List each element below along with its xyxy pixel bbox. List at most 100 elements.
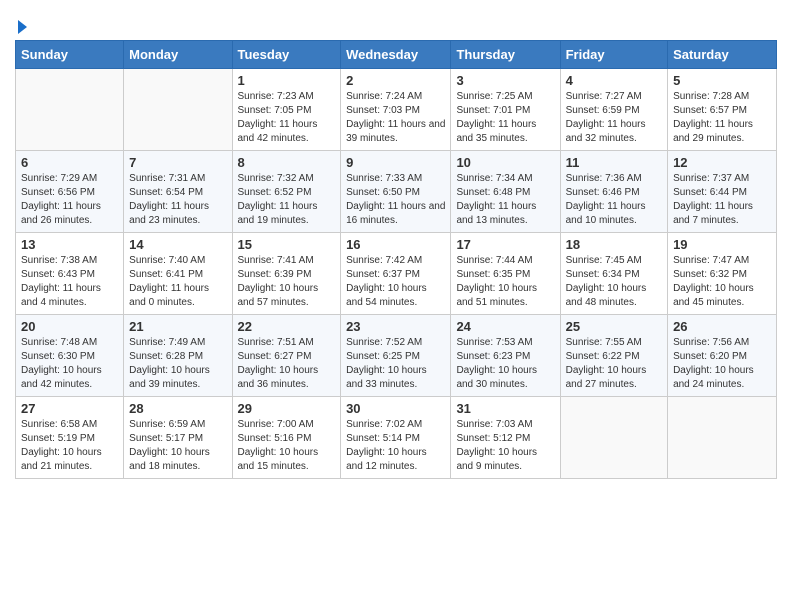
calendar-cell: 19 Sunrise: 7:47 AM Sunset: 6:32 PM Dayli…: [668, 233, 777, 315]
day-number: 10: [456, 155, 554, 170]
day-info: Sunrise: 7:40 AM Sunset: 6:41 PM Dayligh…: [129, 254, 226, 310]
day-info: Sunrise: 7:27 AM Sunset: 6:59 PM Dayligh…: [566, 90, 662, 146]
day-info: Sunrise: 6:59 AM Sunset: 5:17 PM Dayligh…: [129, 418, 226, 474]
calendar-cell: 12 Sunrise: 7:37 AM Sunset: 6:44 PM Dayli…: [668, 151, 777, 233]
day-number: 7: [129, 155, 226, 170]
day-number: 3: [456, 73, 554, 88]
day-info: Sunrise: 7:51 AM Sunset: 6:27 PM Dayligh…: [238, 336, 336, 392]
week-row-4: 20 Sunrise: 7:48 AM Sunset: 6:30 PM Dayli…: [16, 315, 777, 397]
week-row-1: 1 Sunrise: 7:23 AM Sunset: 7:05 PM Daylig…: [16, 69, 777, 151]
day-info: Sunrise: 7:47 AM Sunset: 6:32 PM Dayligh…: [673, 254, 771, 310]
calendar-cell: [124, 69, 232, 151]
day-info: Sunrise: 7:02 AM Sunset: 5:14 PM Dayligh…: [346, 418, 445, 474]
calendar-cell: 4 Sunrise: 7:27 AM Sunset: 6:59 PM Daylig…: [560, 69, 667, 151]
day-info: Sunrise: 7:56 AM Sunset: 6:20 PM Dayligh…: [673, 336, 771, 392]
day-number: 19: [673, 237, 771, 252]
calendar-cell: [16, 69, 124, 151]
day-info: Sunrise: 7:23 AM Sunset: 7:05 PM Dayligh…: [238, 90, 336, 146]
day-info: Sunrise: 7:44 AM Sunset: 6:35 PM Dayligh…: [456, 254, 554, 310]
day-info: Sunrise: 6:58 AM Sunset: 5:19 PM Dayligh…: [21, 418, 118, 474]
calendar-cell: 14 Sunrise: 7:40 AM Sunset: 6:41 PM Dayli…: [124, 233, 232, 315]
weekday-header-tuesday: Tuesday: [232, 41, 341, 69]
day-number: 13: [21, 237, 118, 252]
calendar-cell: 27 Sunrise: 6:58 AM Sunset: 5:19 PM Dayli…: [16, 397, 124, 479]
calendar-cell: 31 Sunrise: 7:03 AM Sunset: 5:12 PM Dayli…: [451, 397, 560, 479]
day-number: 18: [566, 237, 662, 252]
day-number: 14: [129, 237, 226, 252]
day-info: Sunrise: 7:48 AM Sunset: 6:30 PM Dayligh…: [21, 336, 118, 392]
day-number: 17: [456, 237, 554, 252]
day-number: 6: [21, 155, 118, 170]
calendar-cell: 13Sunrise: 7:38 AM Sunset: 6:43 PM Dayli…: [16, 233, 124, 315]
day-number: 27: [21, 401, 118, 416]
day-number: 12: [673, 155, 771, 170]
day-number: 9: [346, 155, 445, 170]
calendar-cell: 21 Sunrise: 7:49 AM Sunset: 6:28 PM Dayli…: [124, 315, 232, 397]
day-number: 30: [346, 401, 445, 416]
day-info: Sunrise: 7:24 AM Sunset: 7:03 PM Dayligh…: [346, 90, 445, 146]
weekday-header-thursday: Thursday: [451, 41, 560, 69]
day-number: 4: [566, 73, 662, 88]
day-info: Sunrise: 7:45 AM Sunset: 6:34 PM Dayligh…: [566, 254, 662, 310]
calendar-cell: 10 Sunrise: 7:34 AM Sunset: 6:48 PM Dayli…: [451, 151, 560, 233]
day-number: 5: [673, 73, 771, 88]
day-info: Sunrise: 7:36 AM Sunset: 6:46 PM Dayligh…: [566, 172, 662, 228]
day-number: 25: [566, 319, 662, 334]
day-info: Sunrise: 7:55 AM Sunset: 6:22 PM Dayligh…: [566, 336, 662, 392]
calendar-cell: 20 Sunrise: 7:48 AM Sunset: 6:30 PM Dayli…: [16, 315, 124, 397]
calendar-cell: 23 Sunrise: 7:52 AM Sunset: 6:25 PM Dayli…: [341, 315, 451, 397]
calendar-cell: 6 Sunrise: 7:29 AM Sunset: 6:56 PM Daylig…: [16, 151, 124, 233]
weekday-header-monday: Monday: [124, 41, 232, 69]
calendar-cell: 24Sunrise: 7:53 AM Sunset: 6:23 PM Dayli…: [451, 315, 560, 397]
day-number: 16: [346, 237, 445, 252]
calendar-cell: 11 Sunrise: 7:36 AM Sunset: 6:46 PM Dayli…: [560, 151, 667, 233]
day-info: Sunrise: 7:29 AM Sunset: 6:56 PM Dayligh…: [21, 172, 118, 228]
calendar-cell: 2 Sunrise: 7:24 AM Sunset: 7:03 PM Daylig…: [341, 69, 451, 151]
day-number: 24: [456, 319, 554, 334]
day-info: Sunrise: 7:03 AM Sunset: 5:12 PM Dayligh…: [456, 418, 554, 474]
day-info: Sunrise: 7:25 AM Sunset: 7:01 PM Dayligh…: [456, 90, 554, 146]
day-info: Sunrise: 7:28 AM Sunset: 6:57 PM Dayligh…: [673, 90, 771, 146]
day-number: 2: [346, 73, 445, 88]
weekday-header-friday: Friday: [560, 41, 667, 69]
calendar-cell: [668, 397, 777, 479]
day-info: Sunrise: 7:42 AM Sunset: 6:37 PM Dayligh…: [346, 254, 445, 310]
day-info: Sunrise: 7:31 AM Sunset: 6:54 PM Dayligh…: [129, 172, 226, 228]
day-info: Sunrise: 7:49 AM Sunset: 6:28 PM Dayligh…: [129, 336, 226, 392]
header: [15, 10, 777, 34]
calendar-cell: 3 Sunrise: 7:25 AM Sunset: 7:01 PM Daylig…: [451, 69, 560, 151]
calendar-cell: 1 Sunrise: 7:23 AM Sunset: 7:05 PM Daylig…: [232, 69, 341, 151]
day-number: 23: [346, 319, 445, 334]
day-number: 21: [129, 319, 226, 334]
calendar: SundayMondayTuesdayWednesdayThursdayFrid…: [15, 40, 777, 479]
weekday-header-saturday: Saturday: [668, 41, 777, 69]
day-info: Sunrise: 7:32 AM Sunset: 6:52 PM Dayligh…: [238, 172, 336, 228]
calendar-cell: 8Sunrise: 7:32 AM Sunset: 6:52 PM Daylig…: [232, 151, 341, 233]
calendar-cell: 29 Sunrise: 7:00 AM Sunset: 5:16 PM Dayli…: [232, 397, 341, 479]
calendar-cell: 7 Sunrise: 7:31 AM Sunset: 6:54 PM Daylig…: [124, 151, 232, 233]
day-number: 28: [129, 401, 226, 416]
calendar-cell: 17 Sunrise: 7:44 AM Sunset: 6:35 PM Dayli…: [451, 233, 560, 315]
day-number: 26: [673, 319, 771, 334]
calendar-cell: 18 Sunrise: 7:45 AM Sunset: 6:34 PM Dayli…: [560, 233, 667, 315]
day-number: 11: [566, 155, 662, 170]
day-number: 29: [238, 401, 336, 416]
weekday-header-sunday: Sunday: [16, 41, 124, 69]
day-number: 20: [21, 319, 118, 334]
calendar-cell: 26 Sunrise: 7:56 AM Sunset: 6:20 PM Dayli…: [668, 315, 777, 397]
week-row-3: 13Sunrise: 7:38 AM Sunset: 6:43 PM Dayli…: [16, 233, 777, 315]
calendar-cell: 22 Sunrise: 7:51 AM Sunset: 6:27 PM Dayli…: [232, 315, 341, 397]
week-row-5: 27 Sunrise: 6:58 AM Sunset: 5:19 PM Dayli…: [16, 397, 777, 479]
day-info: Sunrise: 7:00 AM Sunset: 5:16 PM Dayligh…: [238, 418, 336, 474]
day-number: 22: [238, 319, 336, 334]
logo: [15, 16, 27, 34]
day-info: Sunrise: 7:41 AM Sunset: 6:39 PM Dayligh…: [238, 254, 336, 310]
day-number: 15: [238, 237, 336, 252]
day-info: Sunrise: 7:34 AM Sunset: 6:48 PM Dayligh…: [456, 172, 554, 228]
day-number: 1: [238, 73, 336, 88]
calendar-cell: 25 Sunrise: 7:55 AM Sunset: 6:22 PM Dayli…: [560, 315, 667, 397]
logo-arrow-icon: [18, 20, 27, 34]
day-number: 31: [456, 401, 554, 416]
day-info: Sunrise: 7:37 AM Sunset: 6:44 PM Dayligh…: [673, 172, 771, 228]
day-info: Sunrise: 7:52 AM Sunset: 6:25 PM Dayligh…: [346, 336, 445, 392]
